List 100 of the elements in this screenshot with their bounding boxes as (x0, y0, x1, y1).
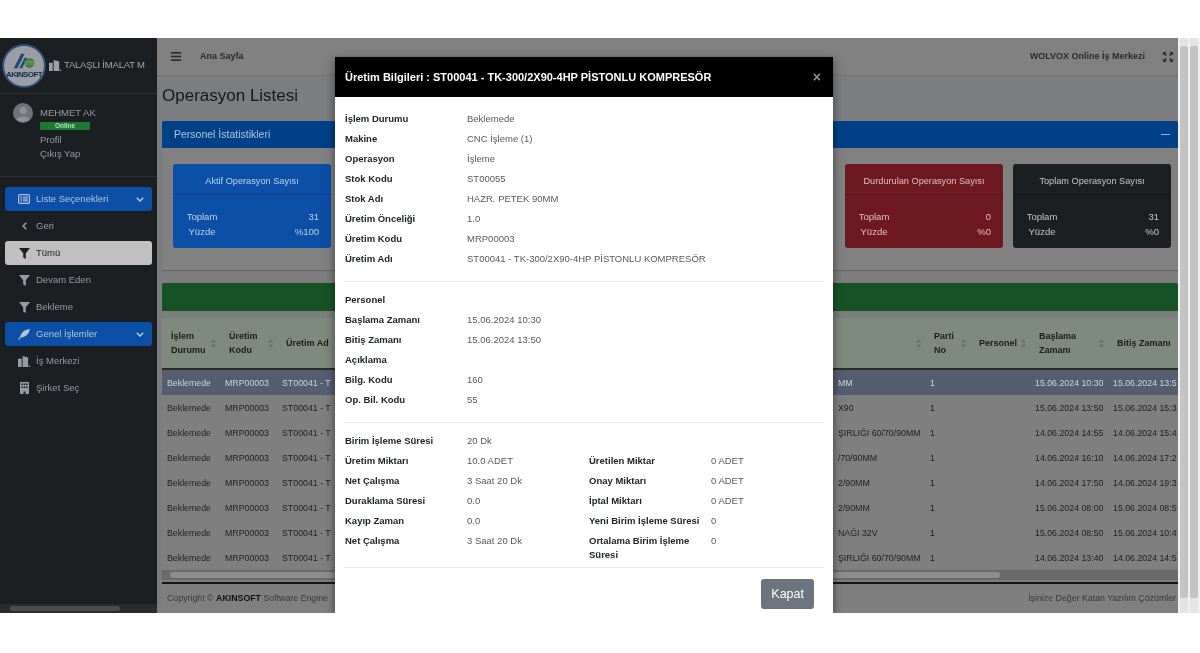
table-cell: 15.06.2024 08:00 (1035, 501, 1104, 514)
field-value: MRP00003 (467, 232, 515, 246)
field-label: Ortalama Birim İşleme Süresi (589, 535, 690, 560)
stat-label: Toplam (1026, 211, 1058, 222)
table-cell: Beklemede (167, 551, 211, 564)
table-cell: 15.06.2024 08:5 (1113, 501, 1177, 514)
table-cell: 14.06.2024 19:3 (1113, 476, 1177, 489)
field-value: CNC İşleme (1) (467, 132, 533, 146)
table-cell: 1 (930, 451, 935, 464)
table-cell: ST00041 - T (282, 476, 331, 489)
field-label: Birim İşleme Süresi (345, 435, 434, 446)
table-cell: Beklemede (167, 451, 211, 464)
field-label: Başlama Zamanı (345, 314, 420, 325)
stat-title: Durdurulan Operasyon Sayısı (863, 176, 985, 186)
table-cell: 1 (930, 476, 935, 489)
field-value: 0 (711, 534, 717, 548)
field-value: 3 Saat 20 Dk (467, 474, 522, 488)
field-value: 0 (711, 514, 717, 528)
field-value: HAZR. PETEK 90MM (467, 192, 559, 206)
field-label: Üretim Adı (345, 253, 393, 264)
field-value: ST00055 (467, 172, 506, 186)
table-cell: 1 (930, 551, 935, 564)
table-cell: 1 (930, 526, 935, 539)
dialog-title: Üretim Bilgileri : ST00041 - TK-300/2X90-4HP PİSTONLU KOMPRESÖR (345, 69, 712, 85)
tagline-text: İşinize Değer Katan Yazılım Çözümler (1028, 591, 1176, 605)
field-value: 3 Saat 20 Dk (467, 534, 522, 548)
page-title: Operasyon Listesi (162, 85, 299, 107)
table-cell: 14.06.2024 16:10 (1035, 451, 1104, 464)
table-cell: MRP00003 (225, 551, 269, 564)
stat-title: Aktif Operasyon Sayısı (205, 176, 299, 186)
field-value: 0 ADET (711, 494, 744, 508)
field-value: ST00041 - TK-300/2X90-4HP PİSTONLU KOMPRESÖR (467, 252, 706, 266)
table-cell: MRP00003 (225, 476, 269, 489)
table-cell: ŞIRLIĞI 60/70/90MM (838, 551, 921, 564)
field-label: Op. Bil. Kodu (345, 394, 406, 405)
table-cell: X90 (838, 401, 854, 414)
field-value: 0 ADET (711, 474, 744, 488)
stat-label: Toplam (858, 211, 890, 222)
stat-title: Toplam Operasyon Sayısı (1039, 176, 1145, 186)
field-value: İşleme (467, 152, 495, 166)
field-value: 55 (467, 393, 478, 407)
field-label: Bitiş Zamanı (345, 334, 402, 345)
stat-label: Yüzde (1028, 226, 1056, 237)
field-label: Kayıp Zaman (345, 515, 405, 526)
table-cell: Beklemede (167, 426, 211, 439)
table-cell: 15.06.2024 08:50 (1035, 526, 1104, 539)
table-cell: 1 (930, 376, 935, 389)
stat-value: %100 (294, 225, 319, 239)
copyright-text: Copyright © AKINSOFT Software Engine (167, 591, 328, 605)
app-name: WOLVOX Online İş Merkezi (1029, 49, 1145, 63)
field-label: Stok Adı (345, 193, 384, 204)
field-label: Makine (345, 133, 378, 144)
table-cell: MM (838, 376, 853, 389)
field-label: Üretim Kodu (345, 233, 402, 244)
table-cell: NAĞI 32V (838, 526, 878, 539)
table-cell: MRP00003 (225, 501, 269, 514)
field-label: Bilg. Kodu (345, 374, 393, 385)
field-label: Üretim Miktarı (345, 455, 409, 466)
table-cell: /70/90MM (838, 451, 878, 464)
field-value: Beklemede (467, 112, 515, 126)
field-value: 160 (467, 373, 483, 387)
table-cell: 14.06.2024 17:50 (1035, 476, 1104, 489)
table-cell: 2/90MM (838, 501, 870, 514)
table-cell: MRP00003 (225, 401, 269, 414)
logo-text: AKINSOFT (5, 69, 43, 79)
table-cell: MRP00003 (225, 376, 269, 389)
table-cell: 14.06.2024 15:4 (1113, 426, 1177, 439)
field-label: Duraklama Süresi (345, 495, 426, 506)
user-name: MEHMET AK (40, 106, 96, 120)
table-cell: MRP00003 (225, 426, 269, 439)
stat-label: Yüzde (188, 226, 216, 237)
table-cell: 1 (930, 426, 935, 439)
field-label: Üretilen Miktar (589, 455, 655, 466)
table-cell: 1 (930, 401, 935, 414)
field-value: 1.0 (467, 212, 481, 226)
table-cell: ST00041 - T (282, 501, 331, 514)
table-cell: 14.06.2024 14:55 (1035, 426, 1104, 439)
table-cell: ST00041 - T (282, 451, 331, 464)
field-label: İptal Miktarı (589, 495, 642, 506)
field-label: Net Çalışma (345, 475, 400, 486)
table-cell: 15.06.2024 13:5 (1113, 376, 1177, 389)
table-cell: 2/90MM (838, 476, 870, 489)
stat-value: 31 (1148, 210, 1159, 224)
field-value: 0.0 (467, 514, 481, 528)
field-label: Personel (345, 294, 386, 305)
field-value: 0 ADET (711, 454, 744, 468)
field-value: 10.0 ADET (467, 454, 513, 468)
table-cell: 14.06.2024 17:2 (1113, 451, 1177, 464)
card-title: Personel İstatistikleri (174, 126, 271, 142)
table-cell: ST00041 - T (282, 526, 331, 539)
table-cell: ST00041 - T (282, 401, 331, 414)
table-cell: 15.06.2024 13:50 (1035, 401, 1104, 414)
brand-title: TALAŞLI İMALAT M (64, 58, 145, 73)
stat-value: %0 (977, 225, 991, 239)
field-label: Onay Miktarı (589, 475, 647, 486)
field-label: Net Çalışma (345, 535, 400, 546)
field-label: Yeni Birim İşleme Süresi (589, 515, 700, 526)
field-value: 0.0 (467, 494, 481, 508)
stat-value: 31 (308, 210, 319, 224)
stat-label: Toplam (186, 211, 218, 222)
